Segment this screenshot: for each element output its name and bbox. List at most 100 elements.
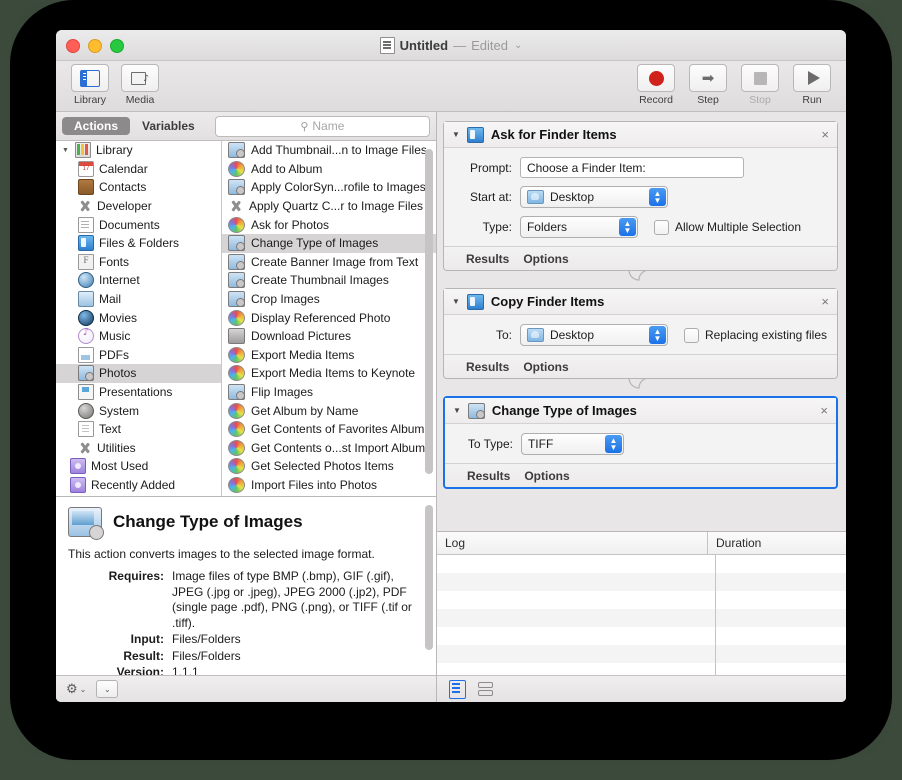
utilities-icon bbox=[78, 441, 92, 455]
list-item[interactable]: Apply ColorSyn...rofile to Images bbox=[222, 178, 436, 197]
options-toggle[interactable]: Options bbox=[524, 469, 569, 483]
list-item[interactable]: Ask for Photos bbox=[222, 215, 436, 234]
description-metadata: Requires: Image files of type BMP (.bmp),… bbox=[56, 561, 436, 675]
popup-menu[interactable]: Desktop ▲ ▼ bbox=[519, 186, 668, 208]
options-toggle[interactable]: Options bbox=[523, 252, 568, 266]
stepper-arrows-icon[interactable]: ▲ ▼ bbox=[618, 218, 636, 236]
sidebar-item-text[interactable]: Text bbox=[56, 420, 221, 439]
sidebar-item-library[interactable]: ▼ Library bbox=[56, 141, 221, 160]
prompt-input[interactable]: Choose a Finder Item: bbox=[519, 157, 744, 178]
sidebar-item-internet[interactable]: Internet bbox=[56, 271, 221, 290]
options-toggle[interactable]: Options bbox=[523, 360, 568, 374]
stepper-arrows-icon[interactable]: ▲ ▼ bbox=[648, 326, 666, 344]
list-item[interactable]: Add Thumbnail...n to Image Files bbox=[222, 141, 436, 160]
action-name: Create Thumbnail Images bbox=[251, 273, 389, 288]
list-item[interactable]: Get Selected Photos Items bbox=[222, 457, 436, 476]
action-name: Import Files into Photos bbox=[251, 477, 378, 492]
list-item[interactable]: Get Album by Name bbox=[222, 401, 436, 420]
sidebar-item-fonts[interactable]: Fonts bbox=[56, 253, 221, 272]
list-item[interactable]: Change Type of Images bbox=[222, 233, 436, 253]
description-scrollbar[interactable] bbox=[424, 505, 433, 667]
sidebar-item-contacts[interactable]: Contacts bbox=[56, 178, 221, 197]
list-item[interactable]: Get Contents of Favorites Album bbox=[222, 420, 436, 439]
sidebar-item-system[interactable]: System bbox=[56, 401, 221, 420]
list-item[interactable]: Flip Images bbox=[222, 383, 436, 402]
close-icon[interactable]: × bbox=[821, 127, 829, 142]
sidebar-item-mail[interactable]: Mail bbox=[56, 290, 221, 309]
sidebar-item-music[interactable]: Music bbox=[56, 327, 221, 346]
sidebar-item-movies[interactable]: Movies bbox=[56, 308, 221, 327]
run-button[interactable]: Run bbox=[790, 64, 834, 106]
close-icon[interactable]: × bbox=[820, 403, 828, 418]
popup-menu[interactable]: Folders ▲ ▼ bbox=[519, 216, 638, 238]
tab-variables[interactable]: Variables bbox=[130, 117, 207, 135]
list-item[interactable]: Get Contents o...st Import Album bbox=[222, 439, 436, 458]
checkbox-row[interactable]: Allow Multiple Selection bbox=[653, 219, 801, 235]
disclosure-triangle-icon[interactable]: ▼ bbox=[453, 406, 461, 415]
stepper-arrows-icon[interactable]: ▲ ▼ bbox=[648, 188, 666, 206]
search-icon: ⚲ bbox=[300, 120, 309, 133]
list-item[interactable]: Crop Images bbox=[222, 290, 436, 309]
disclosure-triangle-icon[interactable]: ▼ bbox=[452, 130, 460, 139]
chevron-down-icon[interactable]: ⌄ bbox=[514, 40, 522, 51]
sidebar-item-most-used[interactable]: Most Used bbox=[56, 457, 221, 476]
results-toggle[interactable]: Results bbox=[466, 252, 509, 266]
close-icon[interactable]: × bbox=[821, 294, 829, 309]
popup-menu[interactable]: TIFF ▲ ▼ bbox=[520, 433, 624, 455]
sidebar-item-recently-added[interactable]: Recently Added bbox=[56, 476, 221, 495]
workflow-action[interactable]: ▼ Copy Finder Items × To: Desktop ▲ ▼ Replacing… bbox=[442, 288, 838, 379]
disclosure-triangle-icon[interactable]: ▼ bbox=[452, 297, 460, 306]
step-button[interactable]: ➡ Step bbox=[686, 64, 730, 106]
toolbar-media-button[interactable]: Media bbox=[118, 64, 162, 106]
sidebar-item-developer[interactable]: Developer bbox=[56, 197, 221, 216]
list-item[interactable]: Import Files into Photos bbox=[222, 476, 436, 495]
list-item[interactable]: Add to Album bbox=[222, 160, 436, 179]
scrollbar-thumb[interactable] bbox=[424, 505, 433, 650]
action-connector bbox=[443, 378, 838, 396]
sidebar-item-utilities[interactable]: Utilities bbox=[56, 439, 221, 458]
log-header: Log Duration bbox=[436, 532, 846, 555]
settings-menu-button[interactable]: ⚙ ⌄ bbox=[66, 681, 86, 697]
list-item[interactable]: Export Media Items to Keynote bbox=[222, 364, 436, 383]
workflow-action[interactable]: ▼ Ask for Finder Items × Prompt: Choose a Fi… bbox=[442, 121, 838, 271]
stepper-arrows-icon[interactable]: ▲ ▼ bbox=[604, 435, 622, 453]
tab-actions[interactable]: Actions bbox=[62, 117, 131, 135]
sidebar-item-photos[interactable]: Photos bbox=[56, 364, 221, 383]
log-column-log[interactable]: Log bbox=[437, 532, 708, 554]
record-button[interactable]: Record bbox=[634, 64, 678, 106]
action-list-scrollbar[interactable] bbox=[424, 145, 433, 492]
stop-button[interactable]: Stop bbox=[738, 64, 782, 106]
scrollbar-thumb[interactable] bbox=[424, 149, 433, 474]
log-column-duration[interactable]: Duration bbox=[708, 532, 846, 554]
minimize-window-button[interactable] bbox=[88, 39, 102, 53]
log-split-view-icon[interactable] bbox=[477, 681, 493, 698]
workflow-action[interactable]: ▼ Change Type of Images × To Type: TIFF ▲ ▼ Res… bbox=[442, 396, 838, 489]
list-item[interactable]: Create Banner Image from Text bbox=[222, 253, 436, 272]
description-toggle-button[interactable]: ⌄ bbox=[96, 680, 119, 698]
results-toggle[interactable]: Results bbox=[467, 469, 510, 483]
checkbox[interactable] bbox=[683, 327, 699, 343]
checkbox[interactable] bbox=[653, 219, 669, 235]
zoom-window-button[interactable] bbox=[110, 39, 124, 53]
log-list-view-icon[interactable] bbox=[448, 679, 466, 699]
search-placeholder: Name bbox=[312, 119, 345, 133]
sidebar-item-presentations[interactable]: Presentations bbox=[56, 383, 221, 402]
results-toggle[interactable]: Results bbox=[466, 360, 509, 374]
list-item[interactable]: Apply Quartz C...r to Image Files bbox=[222, 197, 436, 216]
close-window-button[interactable] bbox=[66, 39, 80, 53]
checkbox-row[interactable]: Replacing existing files bbox=[683, 327, 827, 343]
list-item[interactable]: Display Referenced Photo bbox=[222, 308, 436, 327]
search-input[interactable]: ⚲ Name bbox=[214, 115, 430, 137]
disclosure-triangle-icon[interactable]: ▼ bbox=[62, 147, 69, 154]
sidebar-item-documents[interactable]: Documents bbox=[56, 215, 221, 234]
sidebar-item-files-folders[interactable]: Files & Folders bbox=[56, 234, 221, 253]
list-item[interactable]: Download Pictures bbox=[222, 327, 436, 346]
workflow-canvas[interactable]: ▼ Ask for Finder Items × Prompt: Choose a Fi… bbox=[436, 112, 846, 531]
field-label: Prompt: bbox=[469, 160, 512, 175]
popup-menu[interactable]: Desktop ▲ ▼ bbox=[519, 324, 668, 346]
sidebar-item-calendar[interactable]: Calendar bbox=[56, 160, 221, 179]
toolbar-library-button[interactable]: Library bbox=[68, 64, 112, 106]
list-item[interactable]: Create Thumbnail Images bbox=[222, 271, 436, 290]
list-item[interactable]: Export Media Items bbox=[222, 346, 436, 365]
sidebar-item-pdfs[interactable]: PDFs bbox=[56, 346, 221, 365]
